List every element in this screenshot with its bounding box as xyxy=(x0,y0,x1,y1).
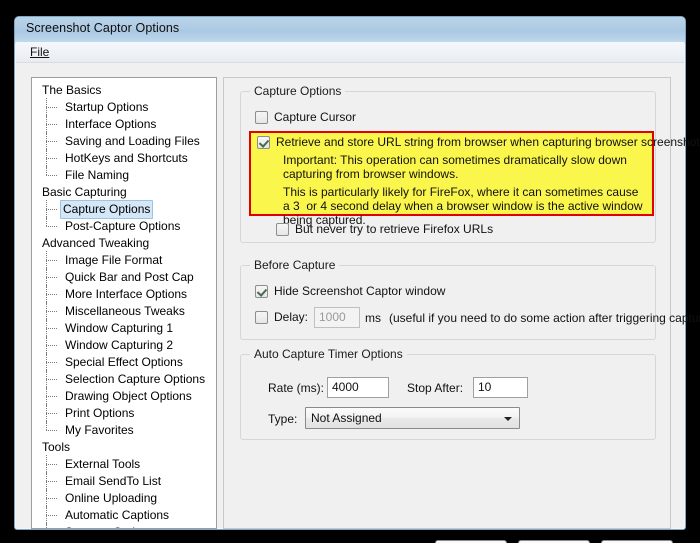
auto-capture-timer-group: Auto Capture Timer Options Rate (ms): 40… xyxy=(240,347,656,440)
delay-input[interactable]: 1000 xyxy=(314,307,360,328)
sidebar-item-label: Automatic Captions xyxy=(65,508,170,522)
window-title: Screenshot Captor Options xyxy=(26,21,180,35)
delay-label: Delay: xyxy=(274,310,309,324)
sidebar-item-label: The Basics xyxy=(42,83,102,97)
sidebar-item-window-capturing-2[interactable]: Window Capturing 2 xyxy=(32,336,216,355)
sidebar-item-automatic-captions[interactable]: Automatic Captions xyxy=(32,506,216,525)
sidebar-item-hotkeys-and-shortcuts[interactable]: HotKeys and Shortcuts xyxy=(32,149,216,168)
sidebar-item-selection-capture-options[interactable]: Selection Capture Options xyxy=(32,370,216,389)
rate-label: Rate (ms): xyxy=(268,381,325,395)
options-dialog-window: Screenshot Captor Options File The Basic… xyxy=(14,16,700,543)
sidebar-item-label: Special Effect Options xyxy=(65,355,183,369)
sidebar-item-online-uploading[interactable]: Online Uploading xyxy=(32,489,216,508)
sidebar-item-label: Print Options xyxy=(65,406,135,420)
retrieve-url-checkbox[interactable] xyxy=(257,136,270,149)
type-combobox-value: Not Assigned xyxy=(311,411,382,425)
menu-item-file[interactable]: File xyxy=(26,44,53,60)
sidebar-item-scanner-options[interactable]: Scanner Options xyxy=(32,523,216,528)
sidebar-item-advanced-tweaking[interactable]: Advanced Tweaking xyxy=(32,235,216,252)
delay-hint-label: (useful if you need to do some action af… xyxy=(389,311,700,325)
sidebar-item-external-tools[interactable]: External Tools xyxy=(32,455,216,474)
url-retrieval-note-1: Important: This operation can sometimes … xyxy=(283,153,631,181)
retrieve-url-label: Retrieve and store URL string from brows… xyxy=(276,135,700,149)
never-firefox-urls-checkbox[interactable] xyxy=(276,223,289,236)
sidebar-item-label: Window Capturing 2 xyxy=(65,338,174,352)
sidebar-item-window-capturing-1[interactable]: Window Capturing 1 xyxy=(32,319,216,338)
delay-units-label: ms xyxy=(365,311,381,325)
settings-content-panel: Capture Options Capture Cursor Retrieve … xyxy=(223,77,700,529)
dialog-client-area: The Basics Startup Options Interface Optio… xyxy=(16,63,700,543)
settings-tree: The Basics Startup Options Interface Optio… xyxy=(32,78,216,528)
capture-cursor-label: Capture Cursor xyxy=(274,110,357,124)
type-label: Type: xyxy=(268,412,298,426)
sidebar-item-label: Capture Options xyxy=(60,200,154,219)
menu-item-file-label: File xyxy=(30,45,50,59)
sidebar-item-saving-and-loading-files[interactable]: Saving and Loading Files xyxy=(32,132,216,151)
window-titlebar[interactable]: Screenshot Captor Options xyxy=(15,17,685,43)
sidebar-item-special-effect-options[interactable]: Special Effect Options xyxy=(32,353,216,372)
sidebar-item-interface-options[interactable]: Interface Options xyxy=(32,115,216,134)
sidebar-item-label: Startup Options xyxy=(65,100,149,114)
capture-cursor-checkbox[interactable] xyxy=(255,111,268,124)
before-capture-group: Before Capture Hide Screenshot Captor wi… xyxy=(240,258,700,340)
sidebar-item-startup-options[interactable]: Startup Options xyxy=(32,98,216,117)
sidebar-item-more-interface-options[interactable]: More Interface Options xyxy=(32,285,216,304)
sidebar-item-label: Online Uploading xyxy=(65,491,158,505)
sidebar-item-drawing-object-options[interactable]: Drawing Object Options xyxy=(32,387,216,406)
sidebar-item-label: Tools xyxy=(42,440,71,454)
sidebar-item-capture-options[interactable]: Capture Options xyxy=(32,200,216,219)
sidebar-item-label: Drawing Object Options xyxy=(65,389,192,403)
sidebar-item-file-naming[interactable]: File Naming xyxy=(32,166,216,184)
sidebar-item-label: My Favorites xyxy=(65,423,134,437)
sidebar-item-miscellaneous-tweaks[interactable]: Miscellaneous Tweaks xyxy=(32,302,216,321)
sidebar-item-quick-bar-and-post-cap[interactable]: Quick Bar and Post Cap xyxy=(32,268,216,287)
sidebar-item-label: Selection Capture Options xyxy=(65,372,206,386)
hide-window-label: Hide Screenshot Captor window xyxy=(274,284,446,298)
sidebar-item-label: External Tools xyxy=(65,457,141,471)
stop-after-input[interactable]: 10 xyxy=(473,377,528,398)
sidebar-item-image-file-format[interactable]: Image File Format xyxy=(32,251,216,270)
sidebar-item-label: Interface Options xyxy=(65,117,157,131)
settings-tree-panel[interactable]: The Basics Startup Options Interface Optio… xyxy=(31,77,217,529)
sidebar-item-email-sendto-list[interactable]: Email SendTo List xyxy=(32,472,216,491)
screen-root: Screenshot Captor Options File The Basic… xyxy=(0,0,700,543)
url-retrieval-note-2: This is particularly likely for FireFox,… xyxy=(283,185,643,227)
chevron-down-icon xyxy=(504,417,512,421)
menubar: File xyxy=(16,42,684,63)
rate-input[interactable]: 4000 xyxy=(327,377,389,398)
sidebar-item-label: Post-Capture Options xyxy=(65,219,181,233)
stop-after-label: Stop After: xyxy=(407,381,464,395)
sidebar-item-label: Quick Bar and Post Cap xyxy=(65,270,194,284)
sidebar-item-my-favorites[interactable]: My Favorites xyxy=(32,421,216,439)
sidebar-item-tools[interactable]: Tools xyxy=(32,439,216,456)
capture-options-group: Capture Options Capture Cursor Retrieve … xyxy=(240,84,700,243)
sidebar-item-label: File Naming xyxy=(65,168,130,182)
sidebar-item-label: Saving and Loading Files xyxy=(65,134,200,148)
before-capture-group-title: Before Capture xyxy=(250,258,340,272)
sidebar-item-label: More Interface Options xyxy=(65,287,188,301)
auto-capture-timer-group-title: Auto Capture Timer Options xyxy=(250,347,407,361)
delay-checkbox[interactable] xyxy=(255,311,268,324)
sidebar-item-print-options[interactable]: Print Options xyxy=(32,404,216,423)
sidebar-item-label: HotKeys and Shortcuts xyxy=(65,151,188,165)
sidebar-item-label: Scanner Options xyxy=(63,524,156,528)
hide-window-checkbox[interactable] xyxy=(255,285,268,298)
sidebar-item-label: Advanced Tweaking xyxy=(42,236,150,250)
type-combobox[interactable]: Not Assigned xyxy=(305,407,520,429)
sidebar-item-post-capture-options[interactable]: Post-Capture Options xyxy=(32,217,216,235)
never-firefox-urls-label: But never try to retrieve Firefox URLs xyxy=(295,222,494,236)
sidebar-item-the-basics[interactable]: The Basics xyxy=(32,82,216,99)
sidebar-item-label: Miscellaneous Tweaks xyxy=(65,304,185,318)
sidebar-item-basic-capturing[interactable]: Basic Capturing xyxy=(32,184,216,201)
sidebar-item-label: Image File Format xyxy=(65,253,163,267)
sidebar-item-label: Email SendTo List xyxy=(65,474,162,488)
capture-options-group-title: Capture Options xyxy=(250,84,346,98)
sidebar-item-label: Basic Capturing xyxy=(42,185,127,199)
sidebar-item-label: Window Capturing 1 xyxy=(65,321,174,335)
